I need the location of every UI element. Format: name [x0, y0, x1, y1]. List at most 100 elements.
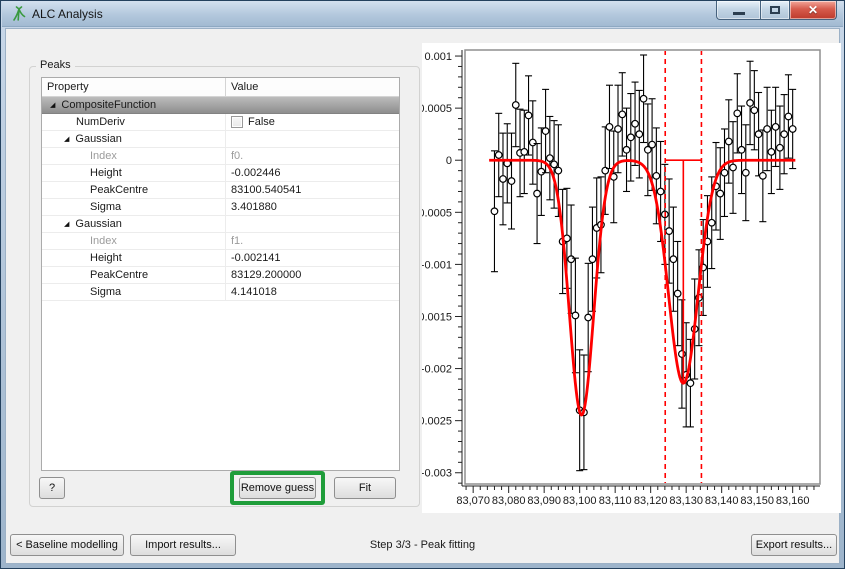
minimize-button[interactable]: [716, 1, 761, 20]
property-name: PeakCentre: [90, 182, 148, 198]
plot-svg: 0.0010.00050-0.0005-0.001-0.0015-0.002-0…: [422, 43, 841, 513]
data-point: [721, 169, 728, 176]
property-row[interactable]: Indexf0.: [42, 148, 399, 165]
data-point: [777, 144, 784, 151]
maximize-icon: [770, 6, 780, 14]
property-name: CompositeFunction: [61, 97, 156, 113]
property-row[interactable]: PeakCentre 83100.540541: [42, 182, 399, 199]
property-row[interactable]: PeakCentre 83129.200000: [42, 267, 399, 284]
property-row[interactable]: Height -0.002141: [42, 250, 399, 267]
numderiv-checkbox[interactable]: [231, 116, 243, 128]
property-value[interactable]: f0.: [231, 148, 243, 164]
title-bar[interactable]: ALC Analysis ✕: [2, 1, 843, 27]
peaks-group-label: Peaks: [36, 59, 75, 71]
data-point: [636, 131, 643, 138]
remove-guess-button[interactable]: Remove guess: [239, 477, 316, 499]
data-point: [491, 208, 498, 215]
data-point: [730, 164, 737, 171]
data-point: [568, 256, 575, 263]
data-point: [717, 190, 724, 197]
y-tick-label: 0.001: [424, 51, 452, 63]
property-row[interactable]: ◢ CompositeFunction: [42, 97, 399, 114]
data-point: [495, 152, 502, 159]
close-button[interactable]: ✕: [790, 1, 837, 20]
property-value[interactable]: -0.002141: [231, 250, 281, 266]
data-point: [606, 124, 613, 131]
data-point: [781, 131, 788, 138]
property-row[interactable]: Height-0.002446: [42, 165, 399, 182]
property-rows: ◢ CompositeFunctionNumDeriv False ◢ Gaussian…: [42, 97, 399, 301]
property-row[interactable]: NumDeriv False: [42, 114, 399, 131]
data-point: [789, 126, 796, 133]
data-point: [627, 134, 634, 141]
expander-icon[interactable]: ◢: [64, 136, 69, 143]
data-point: [623, 147, 630, 154]
data-point: [632, 120, 639, 127]
data-point: [572, 312, 579, 319]
column-header-property[interactable]: Property: [42, 78, 226, 96]
property-value[interactable]: False: [248, 114, 275, 130]
property-name: NumDeriv: [76, 114, 125, 130]
mantid-app-icon: [11, 6, 27, 22]
export-results-button[interactable]: Export results...: [751, 534, 837, 556]
property-name: Gaussian: [75, 131, 121, 147]
y-tick-label: -0.002: [422, 364, 452, 376]
expander-icon[interactable]: ◢: [64, 221, 69, 228]
window-controls: ✕: [716, 1, 837, 20]
property-value[interactable]: -0.002446: [231, 165, 281, 181]
data-point: [589, 256, 596, 263]
property-value[interactable]: 4.141018: [231, 284, 277, 300]
y-tick-label: 0.0005: [422, 103, 452, 115]
property-name: Height: [90, 250, 122, 266]
step-status-label: Step 3/3 - Peak fitting: [6, 539, 839, 551]
x-tick-label: 83,100: [563, 495, 597, 507]
y-tick-label: -0.003: [422, 468, 452, 480]
data-point: [751, 107, 758, 114]
property-name: Sigma: [90, 199, 121, 215]
dialog-body: Peaks Property Value ◢ CompositeFunctionN…: [5, 28, 840, 564]
data-point: [534, 190, 541, 197]
data-point: [551, 161, 558, 168]
property-row[interactable]: ◢Gaussian: [42, 216, 399, 233]
data-point: [785, 113, 792, 120]
data-point: [725, 138, 732, 145]
property-row[interactable]: ◢ Gaussian: [42, 131, 399, 148]
x-tick-label: 83,070: [456, 495, 490, 507]
x-tick-label: 83,110: [599, 495, 632, 507]
data-point: [764, 126, 771, 133]
property-name: PeakCentre: [90, 267, 148, 283]
y-tick-label: -0.0015: [422, 311, 452, 323]
x-tick-label: 83,160: [776, 495, 810, 507]
data-point: [547, 155, 554, 162]
data-point: [640, 95, 647, 102]
data-point: [512, 102, 519, 109]
help-button[interactable]: ?: [39, 477, 65, 499]
x-tick-label: 83,120: [634, 495, 668, 507]
property-row[interactable]: Sigma 3.401880: [42, 199, 399, 216]
y-tick-label: 0: [446, 155, 452, 167]
maximize-button[interactable]: [761, 1, 790, 20]
property-value[interactable]: 83100.540541: [231, 182, 301, 198]
data-point: [542, 128, 549, 135]
peaks-groupbox: Peaks Property Value ◢CompositeFunctionN…: [29, 66, 420, 507]
data-point: [525, 112, 532, 119]
data-point: [738, 147, 745, 154]
property-value[interactable]: f1.: [231, 233, 243, 249]
column-header-value[interactable]: Value: [226, 78, 399, 96]
property-row[interactable]: Indexf1.: [42, 233, 399, 250]
property-value[interactable]: 3.401880: [231, 199, 277, 215]
data-point: [585, 314, 592, 321]
y-tick-label: -0.0025: [422, 416, 452, 428]
data-point: [653, 173, 660, 180]
data-point: [657, 188, 664, 195]
property-table: Property Value ◢ CompositeFunctionNumDeri…: [41, 77, 400, 471]
x-tick-label: 83,150: [740, 495, 774, 507]
property-value[interactable]: 83129.200000: [231, 267, 301, 283]
fit-button[interactable]: Fit: [334, 477, 396, 499]
data-point: [508, 178, 515, 185]
data-point: [760, 173, 767, 180]
property-row[interactable]: Sigma4.141018: [42, 284, 399, 301]
data-point: [747, 100, 754, 107]
data-point: [674, 290, 681, 297]
expander-icon[interactable]: ◢: [50, 102, 55, 109]
